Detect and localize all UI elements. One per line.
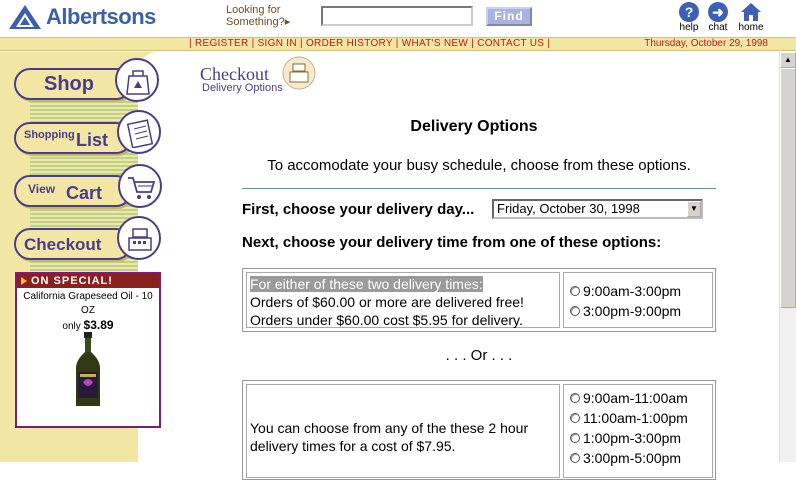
delivery-day-select[interactable]: Friday, October 30, 1998 ▼ (492, 199, 703, 219)
option2-table: You can choose from any of the these 2 h… (242, 380, 716, 480)
time-label: 3:00pm-5:00pm (583, 450, 682, 466)
list-paper-icon (117, 110, 161, 154)
time-label: 3:00pm-9:00pm (583, 303, 682, 319)
chevron-down-icon[interactable]: ▼ (687, 201, 701, 217)
chat-label: chat (708, 22, 728, 33)
nav-bar: | REGISTER | SIGN IN | ORDER HISTORY | W… (0, 37, 796, 51)
chat-link[interactable]: ➜ chat (703, 2, 733, 33)
shopping-list-big-label: List (76, 130, 109, 150)
or-separator: . . . Or . . . (445, 347, 513, 364)
option2-line-1: You can choose from any of the these 2 h… (250, 420, 529, 436)
on-special-box[interactable]: ON SPECIAL! California Grapeseed Oil - 1… (15, 272, 161, 428)
section-subtitle: Delivery Options (202, 82, 283, 94)
question-icon: ? (679, 2, 699, 22)
left-sidebar: Shop Shopping List View Cart Checkout ON… (0, 52, 170, 462)
cash-register-small-icon (282, 56, 316, 95)
arrow-right-small-icon: ▸ (284, 16, 291, 28)
nav-whats-new[interactable]: WHAT'S NEW (402, 38, 468, 49)
nav-separator: | (248, 38, 258, 49)
scroll-thumb[interactable] (780, 68, 796, 308)
option2-description: You can choose from any of the these 2 h… (246, 384, 560, 478)
nav-order-history[interactable]: ORDER HISTORY (306, 38, 393, 49)
time-label: 9:00am-3:00pm (583, 283, 682, 299)
special-only-label: only (62, 321, 81, 332)
time-option-9am-3pm[interactable]: 9:00am-3:00pm (570, 281, 706, 301)
brand-name: Albertsons (46, 4, 156, 29)
main-content: Checkout Delivery Options Delivery Optio… (170, 52, 778, 480)
special-product-text: California Grapeseed Oil - 10 OZ only $3… (17, 288, 159, 334)
radio-button[interactable] (570, 413, 580, 423)
top-header: Albertsons Looking for Something?▸ Find … (0, 0, 796, 37)
time-option-1pm-3pm[interactable]: 1:00pm-3:00pm (570, 428, 706, 448)
arrow-right-icon: ➜ (708, 2, 728, 22)
time-option-9am-11am[interactable]: 9:00am-11:00am (570, 388, 706, 408)
nav-separator: | (392, 38, 402, 49)
time-option-3pm-9pm[interactable]: 3:00pm-9:00pm (570, 301, 706, 321)
radio-button[interactable] (570, 286, 580, 296)
radio-button[interactable] (570, 306, 580, 316)
option1-highlight: For either of these two delivery times: (250, 276, 483, 292)
time-label: 11:00am-1:00pm (583, 410, 688, 426)
radio-button[interactable] (570, 393, 580, 403)
time-option-3pm-5pm[interactable]: 3:00pm-5:00pm (570, 448, 706, 468)
checkout-button[interactable]: Checkout (14, 228, 132, 260)
shopping-list-small-label: Shopping (24, 129, 75, 141)
option1-description: For either of these two delivery times: … (246, 272, 560, 328)
shopping-cart-icon (118, 164, 162, 208)
view-cart-big-label: Cart (66, 183, 103, 203)
looking-for-line-2-text: Something? (226, 16, 285, 28)
nav-separator: | (296, 38, 306, 49)
intro-text: To accomodate your busy schedule, choose… (267, 157, 691, 174)
delivery-time-label: Next, choose your delivery time from one… (242, 234, 662, 251)
grocery-bag-icon (115, 58, 159, 102)
cash-register-icon (117, 216, 161, 260)
home-icon (740, 2, 762, 22)
view-cart-small-label: View (28, 182, 56, 196)
find-button[interactable]: Find (486, 7, 532, 26)
checkout-label: Checkout (24, 235, 102, 254)
time-label: 9:00am-11:00am (583, 390, 688, 406)
option2-line-2: delivery times for a cost of $7.95. (250, 438, 456, 454)
scroll-up-arrow-icon[interactable]: ▲ (780, 52, 796, 68)
current-date: Thursday, October 29, 1998 (644, 38, 768, 49)
special-product-name: California Grapeseed Oil - 10 OZ (23, 291, 153, 316)
nav-contact-us[interactable]: CONTACT US (477, 38, 544, 49)
shop-button[interactable]: Shop (14, 68, 132, 100)
option1-line-1: For either of these two delivery times: (250, 275, 556, 293)
time-label: 1:00pm-3:00pm (583, 430, 682, 446)
option1-times: 9:00am-3:00pm 3:00pm-9:00pm (563, 272, 713, 328)
nav-separator: | (468, 38, 478, 49)
delivery-day-value: Friday, October 30, 1998 (497, 201, 640, 216)
nav-sign-in[interactable]: SIGN IN (258, 38, 297, 49)
help-label: help (679, 22, 699, 33)
special-price: $3.89 (83, 318, 114, 332)
search-input[interactable] (321, 6, 473, 26)
home-label: home (738, 22, 764, 33)
oil-bottle-image (76, 332, 100, 406)
nav-register[interactable]: REGISTER (195, 38, 249, 49)
nav-separator: | (544, 38, 551, 49)
time-option-11am-1pm[interactable]: 11:00am-1:00pm (570, 408, 706, 428)
radio-button[interactable] (570, 433, 580, 443)
shop-label: Shop (44, 73, 94, 95)
option1-line-3: Orders under $60.00 cost $5.95 for deliv… (250, 312, 523, 328)
view-cart-button[interactable]: View Cart (14, 175, 132, 207)
help-link[interactable]: ? help (674, 2, 704, 33)
looking-for-line-1: Looking for (226, 4, 281, 16)
shopping-list-button[interactable]: Shopping List (14, 122, 132, 154)
albertsons-logo[interactable]: Albertsons (8, 3, 156, 31)
option1-table: For either of these two delivery times: … (242, 268, 716, 332)
vertical-scrollbar[interactable]: ▲ (779, 52, 796, 462)
looking-for-label: Looking for Something?▸ (226, 4, 290, 28)
divider (242, 188, 716, 189)
option1-line-2: Orders of $60.00 or more are delivered f… (250, 294, 524, 310)
on-special-heading: ON SPECIAL! (17, 274, 159, 288)
nav-links: | REGISTER | SIGN IN | ORDER HISTORY | W… (189, 38, 550, 50)
home-link[interactable]: home (736, 2, 766, 33)
delivery-day-label: First, choose your delivery day... (242, 201, 475, 218)
page-title: Delivery Options (410, 118, 538, 135)
albertsons-a-icon (9, 5, 41, 29)
option2-times: 9:00am-11:00am 11:00am-1:00pm 1:00pm-3:0… (563, 384, 713, 478)
looking-for-line-2: Something?▸ (226, 16, 290, 28)
